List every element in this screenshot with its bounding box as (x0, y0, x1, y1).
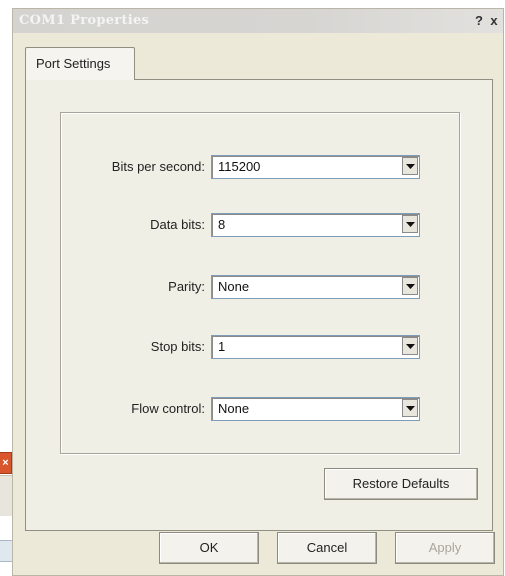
bits-per-second-select[interactable]: 115200 (211, 155, 420, 179)
flow-control-row: Flow control: None (61, 397, 459, 423)
parity-row: Parity: None (61, 275, 459, 301)
flow-control-value: None (218, 401, 250, 416)
data-bits-select[interactable]: 8 (211, 213, 420, 237)
parity-value: None (218, 279, 250, 294)
settings-group: Bits per second: 115200 Data bits: 8 Par… (60, 112, 460, 454)
bits-per-second-row: Bits per second: 115200 (61, 155, 459, 181)
ok-button[interactable]: OK (159, 532, 259, 564)
flow-control-select[interactable]: None (211, 397, 420, 421)
help-button[interactable]: ? (473, 13, 485, 29)
bits-per-second-label: Bits per second: (111, 159, 205, 174)
stop-bits-select[interactable]: 1 (211, 335, 420, 359)
chevron-down-icon[interactable] (402, 337, 418, 355)
stop-bits-row: Stop bits: 1 (61, 335, 459, 361)
flow-control-label: Flow control: (131, 401, 205, 416)
parity-label: Parity: (168, 279, 205, 294)
bits-per-second-value: 115200 (218, 159, 261, 174)
stop-bits-value: 1 (218, 339, 226, 354)
apply-button[interactable]: Apply (395, 532, 495, 564)
data-bits-label: Data bits: (150, 217, 205, 232)
parity-select[interactable]: None (211, 275, 420, 299)
background-close-icon[interactable]: × (0, 452, 12, 474)
data-bits-row: Data bits: 8 (61, 213, 459, 239)
com1-properties-dialog: COM1 Properties ? x Port Settings Bits p… (12, 8, 504, 576)
cancel-button[interactable]: Cancel (277, 532, 377, 564)
stop-bits-label: Stop bits: (150, 339, 205, 354)
chevron-down-icon[interactable] (402, 277, 418, 295)
chevron-down-icon[interactable] (402, 215, 418, 233)
window-title: COM1 Properties (19, 13, 150, 28)
restore-defaults-button[interactable]: Restore Defaults (324, 468, 478, 500)
tab-label: Port Settings (36, 56, 111, 71)
tab-port-settings[interactable]: Port Settings (25, 47, 135, 80)
data-bits-value: 8 (218, 217, 226, 232)
chevron-down-icon[interactable] (402, 399, 418, 417)
port-settings-panel: Bits per second: 115200 Data bits: 8 Par… (25, 79, 493, 531)
title-bar[interactable]: COM1 Properties ? x (13, 9, 503, 33)
chevron-down-icon[interactable] (402, 157, 418, 175)
close-button[interactable]: x (488, 13, 500, 29)
